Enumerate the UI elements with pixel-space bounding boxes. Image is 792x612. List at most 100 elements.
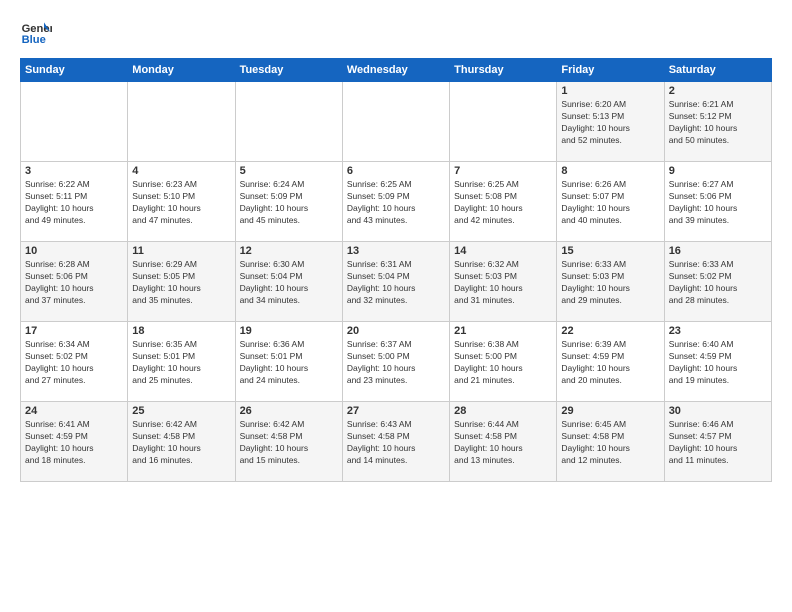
calendar-week-row: 17Sunrise: 6:34 AMSunset: 5:02 PMDayligh… bbox=[21, 322, 772, 402]
day-info: Sunrise: 6:33 AMSunset: 5:03 PMDaylight:… bbox=[561, 259, 659, 307]
calendar-cell: 27 Sunrise: 6:43 AMSunset: 4:58 PMDayligh… bbox=[342, 402, 449, 482]
calendar-cell: 10 Sunrise: 6:28 AMSunset: 5:06 PMDayligh… bbox=[21, 242, 128, 322]
day-number: 17 bbox=[25, 325, 123, 337]
day-number: 3 bbox=[25, 165, 123, 177]
calendar-cell: 21 Sunrise: 6:38 AMSunset: 5:00 PMDayligh… bbox=[450, 322, 557, 402]
day-info: Sunrise: 6:20 AMSunset: 5:13 PMDaylight:… bbox=[561, 99, 659, 147]
calendar-cell: 4 Sunrise: 6:23 AMSunset: 5:10 PMDaylight… bbox=[128, 162, 235, 242]
day-info: Sunrise: 6:25 AMSunset: 5:08 PMDaylight:… bbox=[454, 179, 552, 227]
calendar-week-row: 24 Sunrise: 6:41 AMSunset: 4:59 PMDayligh… bbox=[21, 402, 772, 482]
day-info: Sunrise: 6:44 AMSunset: 4:58 PMDaylight:… bbox=[454, 419, 552, 467]
day-number: 13 bbox=[347, 245, 445, 257]
day-info: Sunrise: 6:35 AMSunset: 5:01 PMDaylight:… bbox=[132, 339, 230, 387]
day-info: Sunrise: 6:29 AMSunset: 5:05 PMDaylight:… bbox=[132, 259, 230, 307]
calendar-cell: 26 Sunrise: 6:42 AMSunset: 4:58 PMDayligh… bbox=[235, 402, 342, 482]
day-number: 1 bbox=[561, 85, 659, 97]
day-info: Sunrise: 6:30 AMSunset: 5:04 PMDaylight:… bbox=[240, 259, 338, 307]
day-number: 25 bbox=[132, 405, 230, 417]
calendar-cell: 19Sunrise: 6:36 AMSunset: 5:01 PMDayligh… bbox=[235, 322, 342, 402]
day-info: Sunrise: 6:45 AMSunset: 4:58 PMDaylight:… bbox=[561, 419, 659, 467]
calendar-week-row: 10 Sunrise: 6:28 AMSunset: 5:06 PMDayligh… bbox=[21, 242, 772, 322]
day-info: Sunrise: 6:27 AMSunset: 5:06 PMDaylight:… bbox=[669, 179, 767, 227]
calendar-cell: 17Sunrise: 6:34 AMSunset: 5:02 PMDayligh… bbox=[21, 322, 128, 402]
day-number: 8 bbox=[561, 165, 659, 177]
calendar-cell: 2 Sunrise: 6:21 AMSunset: 5:12 PMDaylight… bbox=[664, 82, 771, 162]
calendar-cell: 15 Sunrise: 6:33 AMSunset: 5:03 PMDayligh… bbox=[557, 242, 664, 322]
calendar-table: SundayMondayTuesdayWednesdayThursdayFrid… bbox=[20, 58, 772, 482]
day-number: 16 bbox=[669, 245, 767, 257]
calendar-cell bbox=[235, 82, 342, 162]
day-number: 29 bbox=[561, 405, 659, 417]
day-info: Sunrise: 6:28 AMSunset: 5:06 PMDaylight:… bbox=[25, 259, 123, 307]
calendar-cell: 14 Sunrise: 6:32 AMSunset: 5:03 PMDayligh… bbox=[450, 242, 557, 322]
calendar-week-row: 3 Sunrise: 6:22 AMSunset: 5:11 PMDaylight… bbox=[21, 162, 772, 242]
day-number: 18 bbox=[132, 325, 230, 337]
calendar-cell bbox=[21, 82, 128, 162]
calendar-page: General Blue SundayMondayTuesdayWednesda… bbox=[0, 0, 792, 612]
day-info: Sunrise: 6:42 AMSunset: 4:58 PMDaylight:… bbox=[240, 419, 338, 467]
day-info: Sunrise: 6:42 AMSunset: 4:58 PMDaylight:… bbox=[132, 419, 230, 467]
day-number: 27 bbox=[347, 405, 445, 417]
day-header-monday: Monday bbox=[128, 59, 235, 82]
day-info: Sunrise: 6:39 AMSunset: 4:59 PMDaylight:… bbox=[561, 339, 659, 387]
day-number: 4 bbox=[132, 165, 230, 177]
day-info: Sunrise: 6:31 AMSunset: 5:04 PMDaylight:… bbox=[347, 259, 445, 307]
calendar-cell: 16Sunrise: 6:33 AMSunset: 5:02 PMDayligh… bbox=[664, 242, 771, 322]
day-number: 10 bbox=[25, 245, 123, 257]
day-number: 11 bbox=[132, 245, 230, 257]
day-info: Sunrise: 6:22 AMSunset: 5:11 PMDaylight:… bbox=[25, 179, 123, 227]
day-info: Sunrise: 6:24 AMSunset: 5:09 PMDaylight:… bbox=[240, 179, 338, 227]
calendar-cell: 20Sunrise: 6:37 AMSunset: 5:00 PMDayligh… bbox=[342, 322, 449, 402]
calendar-cell: 22Sunrise: 6:39 AMSunset: 4:59 PMDayligh… bbox=[557, 322, 664, 402]
day-info: Sunrise: 6:40 AMSunset: 4:59 PMDaylight:… bbox=[669, 339, 767, 387]
day-number: 5 bbox=[240, 165, 338, 177]
calendar-header-row: SundayMondayTuesdayWednesdayThursdayFrid… bbox=[21, 59, 772, 82]
calendar-cell: 8 Sunrise: 6:26 AMSunset: 5:07 PMDaylight… bbox=[557, 162, 664, 242]
day-number: 6 bbox=[347, 165, 445, 177]
day-info: Sunrise: 6:38 AMSunset: 5:00 PMDaylight:… bbox=[454, 339, 552, 387]
calendar-cell bbox=[128, 82, 235, 162]
day-number: 15 bbox=[561, 245, 659, 257]
day-info: Sunrise: 6:21 AMSunset: 5:12 PMDaylight:… bbox=[669, 99, 767, 147]
calendar-cell: 24 Sunrise: 6:41 AMSunset: 4:59 PMDayligh… bbox=[21, 402, 128, 482]
day-header-thursday: Thursday bbox=[450, 59, 557, 82]
day-info: Sunrise: 6:23 AMSunset: 5:10 PMDaylight:… bbox=[132, 179, 230, 227]
calendar-cell: 29 Sunrise: 6:45 AMSunset: 4:58 PMDayligh… bbox=[557, 402, 664, 482]
day-number: 26 bbox=[240, 405, 338, 417]
day-info: Sunrise: 6:25 AMSunset: 5:09 PMDaylight:… bbox=[347, 179, 445, 227]
calendar-cell: 18 Sunrise: 6:35 AMSunset: 5:01 PMDayligh… bbox=[128, 322, 235, 402]
calendar-week-row: 1 Sunrise: 6:20 AMSunset: 5:13 PMDaylight… bbox=[21, 82, 772, 162]
calendar-cell: 23 Sunrise: 6:40 AMSunset: 4:59 PMDayligh… bbox=[664, 322, 771, 402]
header: General Blue bbox=[20, 16, 772, 48]
calendar-cell: 12 Sunrise: 6:30 AMSunset: 5:04 PMDayligh… bbox=[235, 242, 342, 322]
day-number: 2 bbox=[669, 85, 767, 97]
calendar-cell: 11 Sunrise: 6:29 AMSunset: 5:05 PMDayligh… bbox=[128, 242, 235, 322]
day-number: 14 bbox=[454, 245, 552, 257]
day-info: Sunrise: 6:41 AMSunset: 4:59 PMDaylight:… bbox=[25, 419, 123, 467]
calendar-cell: 5 Sunrise: 6:24 AMSunset: 5:09 PMDaylight… bbox=[235, 162, 342, 242]
calendar-cell bbox=[342, 82, 449, 162]
day-header-friday: Friday bbox=[557, 59, 664, 82]
calendar-cell: 3 Sunrise: 6:22 AMSunset: 5:11 PMDaylight… bbox=[21, 162, 128, 242]
day-info: Sunrise: 6:26 AMSunset: 5:07 PMDaylight:… bbox=[561, 179, 659, 227]
day-number: 24 bbox=[25, 405, 123, 417]
day-number: 23 bbox=[669, 325, 767, 337]
day-number: 12 bbox=[240, 245, 338, 257]
day-number: 28 bbox=[454, 405, 552, 417]
calendar-cell: 7 Sunrise: 6:25 AMSunset: 5:08 PMDaylight… bbox=[450, 162, 557, 242]
calendar-cell: 13 Sunrise: 6:31 AMSunset: 5:04 PMDayligh… bbox=[342, 242, 449, 322]
day-header-saturday: Saturday bbox=[664, 59, 771, 82]
calendar-cell: 1 Sunrise: 6:20 AMSunset: 5:13 PMDaylight… bbox=[557, 82, 664, 162]
day-number: 7 bbox=[454, 165, 552, 177]
calendar-cell: 30Sunrise: 6:46 AMSunset: 4:57 PMDayligh… bbox=[664, 402, 771, 482]
day-number: 21 bbox=[454, 325, 552, 337]
day-info: Sunrise: 6:37 AMSunset: 5:00 PMDaylight:… bbox=[347, 339, 445, 387]
calendar-cell: 25 Sunrise: 6:42 AMSunset: 4:58 PMDayligh… bbox=[128, 402, 235, 482]
day-info: Sunrise: 6:46 AMSunset: 4:57 PMDaylight:… bbox=[669, 419, 767, 467]
day-info: Sunrise: 6:32 AMSunset: 5:03 PMDaylight:… bbox=[454, 259, 552, 307]
day-header-tuesday: Tuesday bbox=[235, 59, 342, 82]
logo: General Blue bbox=[20, 16, 56, 48]
calendar-cell: 28 Sunrise: 6:44 AMSunset: 4:58 PMDayligh… bbox=[450, 402, 557, 482]
day-info: Sunrise: 6:43 AMSunset: 4:58 PMDaylight:… bbox=[347, 419, 445, 467]
logo-icon: General Blue bbox=[20, 16, 52, 48]
